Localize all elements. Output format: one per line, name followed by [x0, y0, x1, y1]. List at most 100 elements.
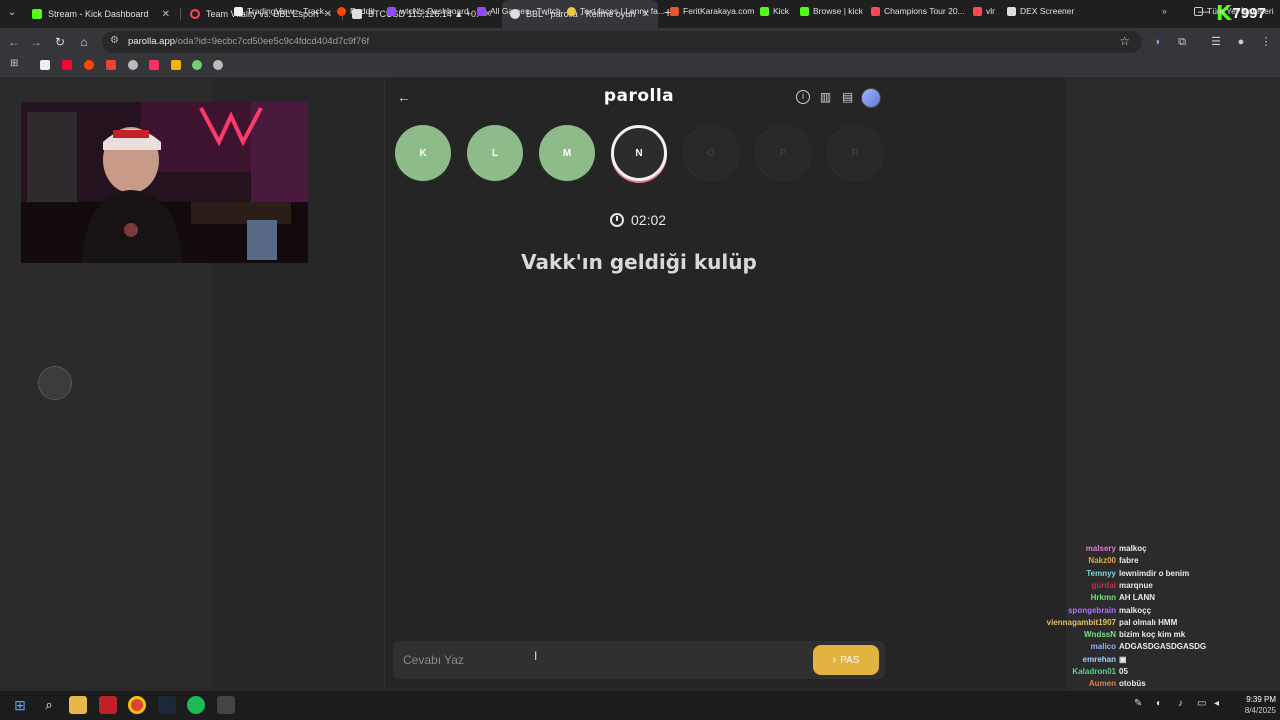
- text-cursor-icon: I: [534, 649, 538, 663]
- bookmark-vlr[interactable]: vlr: [973, 4, 995, 18]
- chat-text: bizim koç kim mk: [1119, 630, 1186, 640]
- chat-text: marqnue: [1119, 580, 1153, 590]
- webcam-overlay: [21, 102, 308, 263]
- folder-icon: [1194, 6, 1203, 16]
- chat-text: lewnimdir o benim: [1119, 568, 1190, 578]
- tray-steam-icon[interactable]: ◐: [1156, 698, 1162, 709]
- app-icon[interactable]: [217, 696, 235, 714]
- bookmarks-overflow-icon[interactable]: »: [1162, 4, 1167, 18]
- letter-circle-o: O: [683, 125, 739, 181]
- streamlabs-icon[interactable]: [99, 696, 117, 714]
- chat-icon[interactable]: ▤: [840, 90, 855, 105]
- chat-message: Temnyy lewnimdir o benim: [1040, 569, 1240, 581]
- globe-bookmark-icon[interactable]: [213, 60, 223, 70]
- bookmark-browse-kick[interactable]: Browse | kick: [800, 4, 863, 18]
- chat-username[interactable]: Nakz00: [1088, 556, 1116, 565]
- timer-value: 02:02: [631, 212, 667, 228]
- url-text[interactable]: parolla.app/oda?id=9ecbc7cd50ee5c9c4fdcd…: [128, 36, 369, 47]
- g-bookmark-icon[interactable]: [171, 60, 181, 70]
- chat-username[interactable]: WndssN: [1084, 630, 1116, 639]
- back-arrow-icon[interactable]: ←: [397, 89, 411, 105]
- forward-icon[interactable]: →: [28, 34, 44, 50]
- chat-message: viennagambit1907 pal olmalı HMM: [1040, 618, 1240, 630]
- bookmark-champions-tour[interactable]: Champions Tour 20...: [871, 4, 965, 18]
- chat-text: malkoçç: [1119, 605, 1152, 615]
- chat-username[interactable]: emrehan: [1083, 655, 1116, 664]
- tab-title: Stream - Kick Dashboard: [48, 9, 149, 19]
- chat-text: 05: [1119, 667, 1128, 676]
- answer-input[interactable]: [403, 650, 783, 670]
- y-bookmark-icon[interactable]: [149, 60, 159, 70]
- volume-icon[interactable]: ◂: [1214, 698, 1219, 709]
- chat-username[interactable]: spongebrain: [1068, 606, 1116, 615]
- x-bookmark-icon[interactable]: [40, 60, 50, 70]
- search-icon[interactable]: ⌕: [40, 696, 58, 714]
- tray-pen-icon[interactable]: ✎: [1134, 698, 1142, 709]
- bookmark-feritkarakaya[interactable]: FeritKarakaya.com: [670, 4, 754, 18]
- chat-username[interactable]: Kaladron01: [1072, 667, 1116, 676]
- bookmark-label: DEX Screener: [1020, 6, 1075, 16]
- profile-icon[interactable]: ●: [1233, 34, 1249, 50]
- user-avatar[interactable]: [861, 88, 881, 108]
- chat-username[interactable]: malico: [1091, 642, 1116, 651]
- menu-icon[interactable]: ⋮: [1258, 34, 1274, 50]
- tab-kick-dashboard[interactable]: Stream - Kick Dashboard ✕: [24, 0, 178, 28]
- microphone-icon[interactable]: ♪: [1178, 698, 1183, 709]
- windows-start-icon[interactable]: ⊞: [11, 696, 29, 714]
- chat-text: AH LANN: [1119, 593, 1155, 603]
- gmail-bookmark-icon[interactable]: [106, 60, 116, 70]
- spotify-icon[interactable]: [187, 696, 205, 714]
- chevron-right-icon: ›: [832, 654, 837, 666]
- chat-username[interactable]: viennagambit1907: [1047, 618, 1116, 627]
- extensions-icon[interactable]: ⧉: [1174, 34, 1190, 50]
- reload-icon[interactable]: ↻: [52, 34, 68, 50]
- bookmark-all-games-twitch[interactable]: All Games - Twitch: [477, 4, 561, 18]
- bookmark-label: TradingView – Track...: [247, 6, 332, 16]
- bookmark-text-faces[interactable]: Text faces | Lenny fa...: [567, 4, 665, 18]
- bookmark-favicon-icon: [670, 6, 679, 16]
- chat-username[interactable]: malsery: [1086, 544, 1116, 553]
- bookmark-dex-screener[interactable]: DEX Screener: [1007, 4, 1074, 18]
- back-icon[interactable]: ←: [6, 34, 22, 50]
- apps-icon[interactable]: ⊞: [10, 58, 20, 69]
- android-bookmark-icon[interactable]: [192, 60, 202, 70]
- youtube-bookmark-icon[interactable]: [62, 60, 72, 70]
- valorant-favicon-icon: [190, 9, 200, 19]
- site-info-icon[interactable]: ⚙: [110, 35, 119, 46]
- bookmark-wtcn-dashboard[interactable]: wtcN's Dashboard: [387, 4, 469, 18]
- bookmark-star-icon[interactable]: ☆: [1119, 34, 1130, 48]
- reddit-bookmark-icon[interactable]: [84, 60, 94, 70]
- bookmark-label: Champions Tour 20...: [884, 6, 965, 16]
- home-icon[interactable]: ⌂: [76, 34, 92, 50]
- reading-list-icon[interactable]: ☰: [1208, 34, 1224, 50]
- info-icon[interactable]: i: [796, 90, 810, 104]
- chat-message: malico ADGASDGASDGASDG: [1040, 642, 1240, 654]
- chat-username[interactable]: Hrkmn: [1091, 593, 1116, 602]
- steam-icon[interactable]: [158, 696, 176, 714]
- bookmark-favicon-icon: [477, 6, 486, 16]
- pass-button[interactable]: › PAS: [813, 645, 879, 675]
- chat-message: gürdal marqnue: [1040, 581, 1240, 593]
- system-clock[interactable]: 9:39 PM 8/4/2025: [1232, 694, 1276, 716]
- globe-bookmark-icon[interactable]: [128, 60, 138, 70]
- network-icon[interactable]: ▭: [1197, 698, 1206, 709]
- floating-avatar-icon[interactable]: [38, 366, 72, 400]
- answer-bar: › PAS: [393, 641, 885, 679]
- chat-username[interactable]: Temnyy: [1086, 569, 1116, 578]
- webcam-scene-image: [21, 102, 308, 263]
- chrome-icon[interactable]: [128, 696, 146, 714]
- letter-circle-l: L: [467, 125, 523, 181]
- tab-search-icon[interactable]: ⌄: [4, 5, 20, 21]
- chat-text: pal olmalı HMM: [1119, 617, 1178, 627]
- all-bookmarks-folder[interactable]: Tüm Yer İşaretleri: [1194, 4, 1274, 18]
- chat-username[interactable]: Aumen: [1089, 679, 1116, 688]
- bookmark-kick[interactable]: Kick: [760, 4, 789, 18]
- file-explorer-icon[interactable]: [69, 696, 87, 714]
- translate-icon[interactable]: ◗: [1150, 34, 1166, 50]
- close-icon[interactable]: ✕: [162, 9, 170, 20]
- bookmark-reddit[interactable]: Reddit: [337, 4, 375, 18]
- address-bar[interactable]: ⚙ parolla.app/oda?id=9ecbc7cd50ee5c9c4fd…: [102, 31, 1142, 53]
- chat-username[interactable]: gürdal: [1092, 581, 1116, 590]
- stats-chart-icon[interactable]: ▥: [818, 90, 833, 105]
- bookmark-tradingview[interactable]: TradingView – Track...: [234, 4, 331, 18]
